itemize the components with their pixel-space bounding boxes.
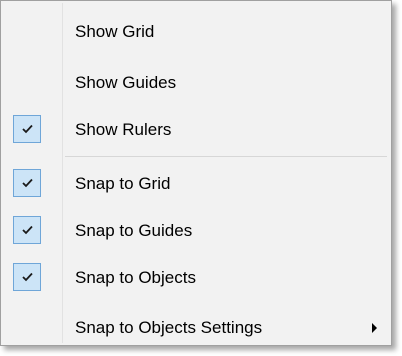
submenu-arrow-icon — [372, 323, 377, 333]
menu-item-show-rulers[interactable]: Show Rulers — [4, 110, 388, 150]
menu-item-show-grid[interactable]: Show Grid — [4, 12, 388, 52]
checkmark-icon — [13, 169, 41, 197]
view-context-menu: Show Grid Show Guides Show Rulers Snap t… — [0, 0, 392, 346]
menu-separator — [65, 156, 387, 157]
menu-item-label: Show Grid — [75, 22, 155, 41]
menu-item-label: Snap to Objects Settings — [75, 318, 263, 337]
menu-item-show-guides[interactable]: Show Guides — [4, 63, 388, 103]
menu-item-snap-to-objects-settings[interactable]: Snap to Objects Settings — [4, 308, 388, 348]
menu-item-snap-to-guides[interactable]: Snap to Guides — [4, 211, 388, 251]
checkmark-icon — [13, 115, 41, 143]
menu-item-label: Snap to Objects — [75, 268, 196, 287]
menu-item-snap-to-objects[interactable]: Snap to Objects — [4, 258, 388, 298]
checkmark-icon — [13, 216, 41, 244]
menu-item-label: Show Guides — [75, 73, 177, 92]
menu-item-label: Snap to Grid — [75, 174, 171, 193]
menu-item-label: Show Rulers — [75, 120, 172, 139]
menu-item-snap-to-grid[interactable]: Snap to Grid — [4, 164, 388, 204]
checkmark-icon — [13, 263, 41, 291]
menu-item-label: Snap to Guides — [75, 221, 193, 240]
